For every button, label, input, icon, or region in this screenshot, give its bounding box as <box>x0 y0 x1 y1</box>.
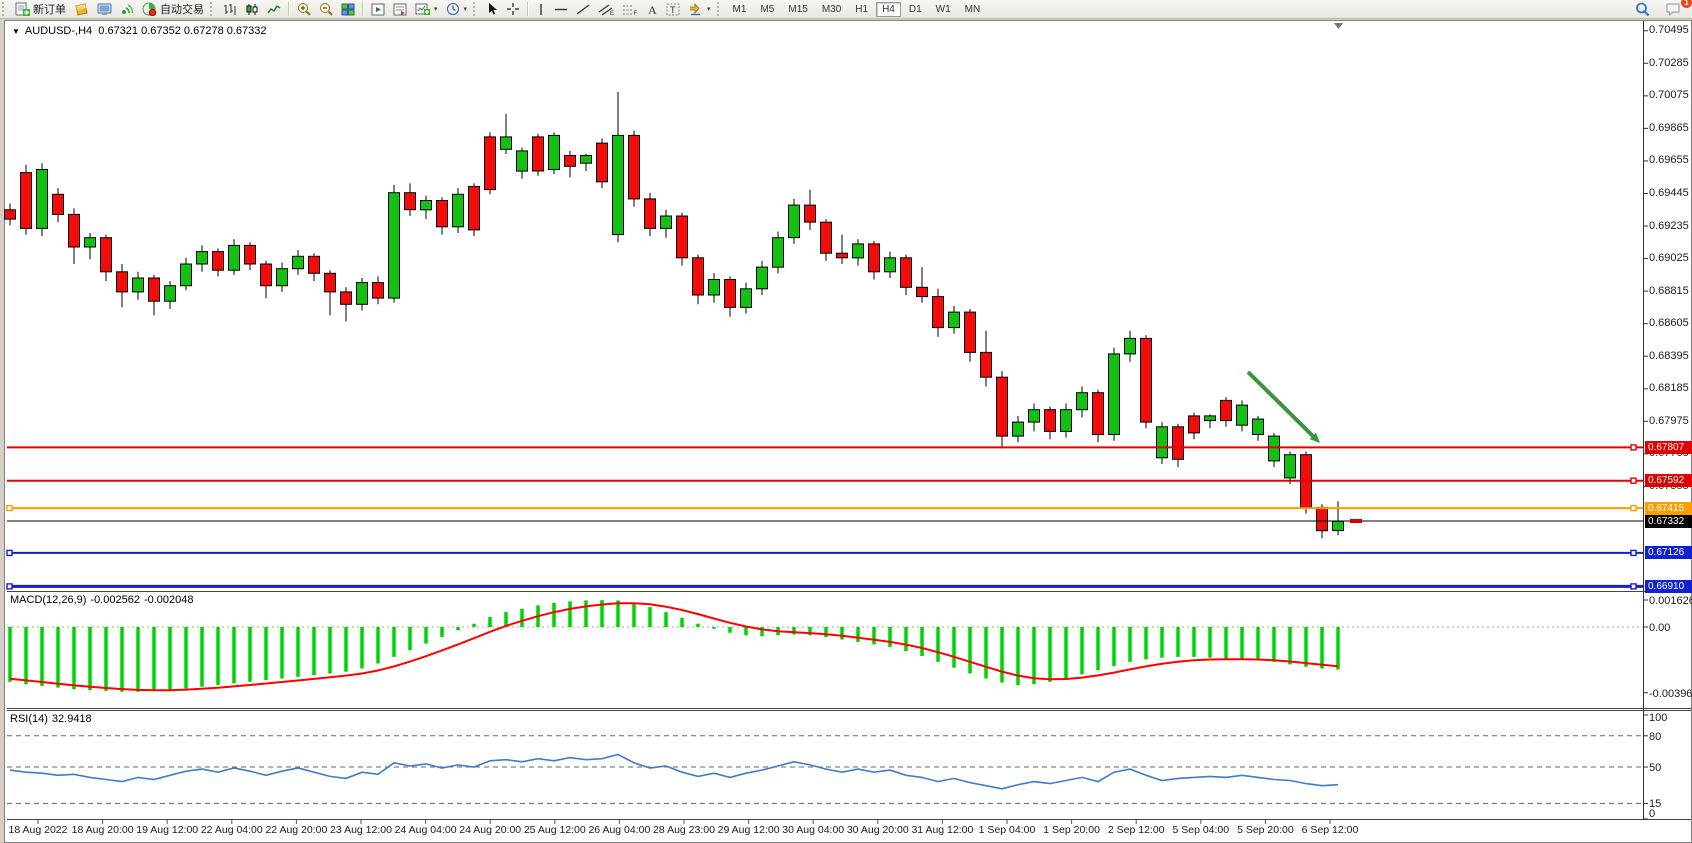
rsi-axis-tick: 80 <box>1649 731 1661 743</box>
chart-ohlc-quotes: 0.67321 0.67352 0.67278 0.67332 <box>98 25 266 37</box>
time-axis-label: 23 Aug 12:00 <box>330 824 392 836</box>
time-axis-label: 2 Sep 12:00 <box>1108 824 1165 836</box>
price-line-badge: 0.67592 <box>1645 474 1692 487</box>
time-axis-label: 5 Sep 04:00 <box>1172 824 1229 836</box>
price-axis-tick: 0.68605 <box>1649 317 1689 329</box>
price-axis-tick: 0.69235 <box>1649 220 1689 232</box>
time-axis-label: 6 Sep 12:00 <box>1302 824 1359 836</box>
time-axis-label: 22 Aug 04:00 <box>201 824 263 836</box>
rsi-indicator-label: RSI(14) 32.9418 <box>10 713 96 725</box>
chart-canvas[interactable] <box>0 0 1692 843</box>
time-axis-label: 18 Aug 2022 <box>9 824 68 836</box>
candles-layer <box>5 92 1344 538</box>
chart-dropdown-icon[interactable]: ▼ <box>12 27 20 36</box>
horizontal-lines-layer <box>7 445 1643 589</box>
time-axis-label: 24 Aug 04:00 <box>395 824 457 836</box>
macd-name: MACD(12,26,9) <box>10 594 86 606</box>
macd-value: -0.002562 <box>90 594 140 606</box>
price-axis-tick: 0.70285 <box>1649 57 1689 69</box>
rsi-pane <box>7 736 1643 804</box>
price-axis-tick: 0.68815 <box>1649 285 1689 297</box>
macd-axis-tick: -0.003961 <box>1649 688 1692 700</box>
time-axis-label: 19 Aug 12:00 <box>136 824 198 836</box>
price-axis-tick: 0.67975 <box>1649 415 1689 427</box>
rsi-axis-tick: 50 <box>1649 762 1661 774</box>
time-axis-label: 29 Aug 12:00 <box>718 824 780 836</box>
price-axis-tick: 0.69865 <box>1649 122 1689 134</box>
time-axis-label: 30 Aug 04:00 <box>782 824 844 836</box>
rsi-name: RSI(14) <box>10 713 48 725</box>
time-axis-label: 30 Aug 20:00 <box>847 824 909 836</box>
rsi-value: 32.9418 <box>52 713 92 725</box>
price-axis-tick: 0.69655 <box>1649 154 1689 166</box>
rsi-axis-tick: 0 <box>1649 808 1655 820</box>
time-axis-label: 31 Aug 12:00 <box>911 824 973 836</box>
macd-indicator-label: MACD(12,26,9) -0.002562 -0.002048 <box>10 594 198 606</box>
price-line-badge: 0.67415 <box>1645 502 1692 515</box>
time-axis-label: 24 Aug 20:00 <box>459 824 521 836</box>
macd-signal-value: -0.002048 <box>144 594 194 606</box>
rsi-axis-tick: 100 <box>1649 712 1667 724</box>
time-axis-label: 25 Aug 12:00 <box>524 824 586 836</box>
price-axis-tick: 0.68395 <box>1649 350 1689 362</box>
time-axis-label: 1 Sep 04:00 <box>979 824 1036 836</box>
time-axis-label: 5 Sep 20:00 <box>1237 824 1294 836</box>
price-axis-tick: 0.70075 <box>1649 89 1689 101</box>
price-axis-tick: 0.70495 <box>1649 24 1689 36</box>
chart-title: ▼ AUDUSD-,H4 0.67321 0.67352 0.67278 0.67… <box>12 25 267 37</box>
macd-axis-tick: 0.00 <box>1649 622 1670 634</box>
price-axis-tick: 0.69025 <box>1649 252 1689 264</box>
macd-axis-tick: 0.001626 <box>1649 595 1692 607</box>
time-axis-label: 26 Aug 04:00 <box>588 824 650 836</box>
time-axis-label: 18 Aug 20:00 <box>72 824 134 836</box>
mt4-application: 新订单自动交易▾▾EFAT▾M1M5M15M30H1H4D1W1MN1 ▼AUD… <box>0 0 1692 843</box>
chart-symbol-period: AUDUSD-,H4 <box>25 25 92 37</box>
pane-borders <box>7 21 1691 820</box>
time-axis-label: 28 Aug 23:00 <box>653 824 715 836</box>
price-axis-tick: 0.68185 <box>1649 382 1689 394</box>
macd-pane <box>7 600 1643 692</box>
price-line-badge: 0.67126 <box>1645 546 1692 559</box>
price-axis-tick: 0.69445 <box>1649 187 1689 199</box>
price-line-badge: 0.67332 <box>1645 515 1692 528</box>
time-axis-label: 1 Sep 20:00 <box>1043 824 1100 836</box>
price-line-badge: 0.67807 <box>1645 441 1692 454</box>
time-axis-label: 22 Aug 20:00 <box>265 824 327 836</box>
price-line-badge: 0.66910 <box>1645 580 1692 593</box>
